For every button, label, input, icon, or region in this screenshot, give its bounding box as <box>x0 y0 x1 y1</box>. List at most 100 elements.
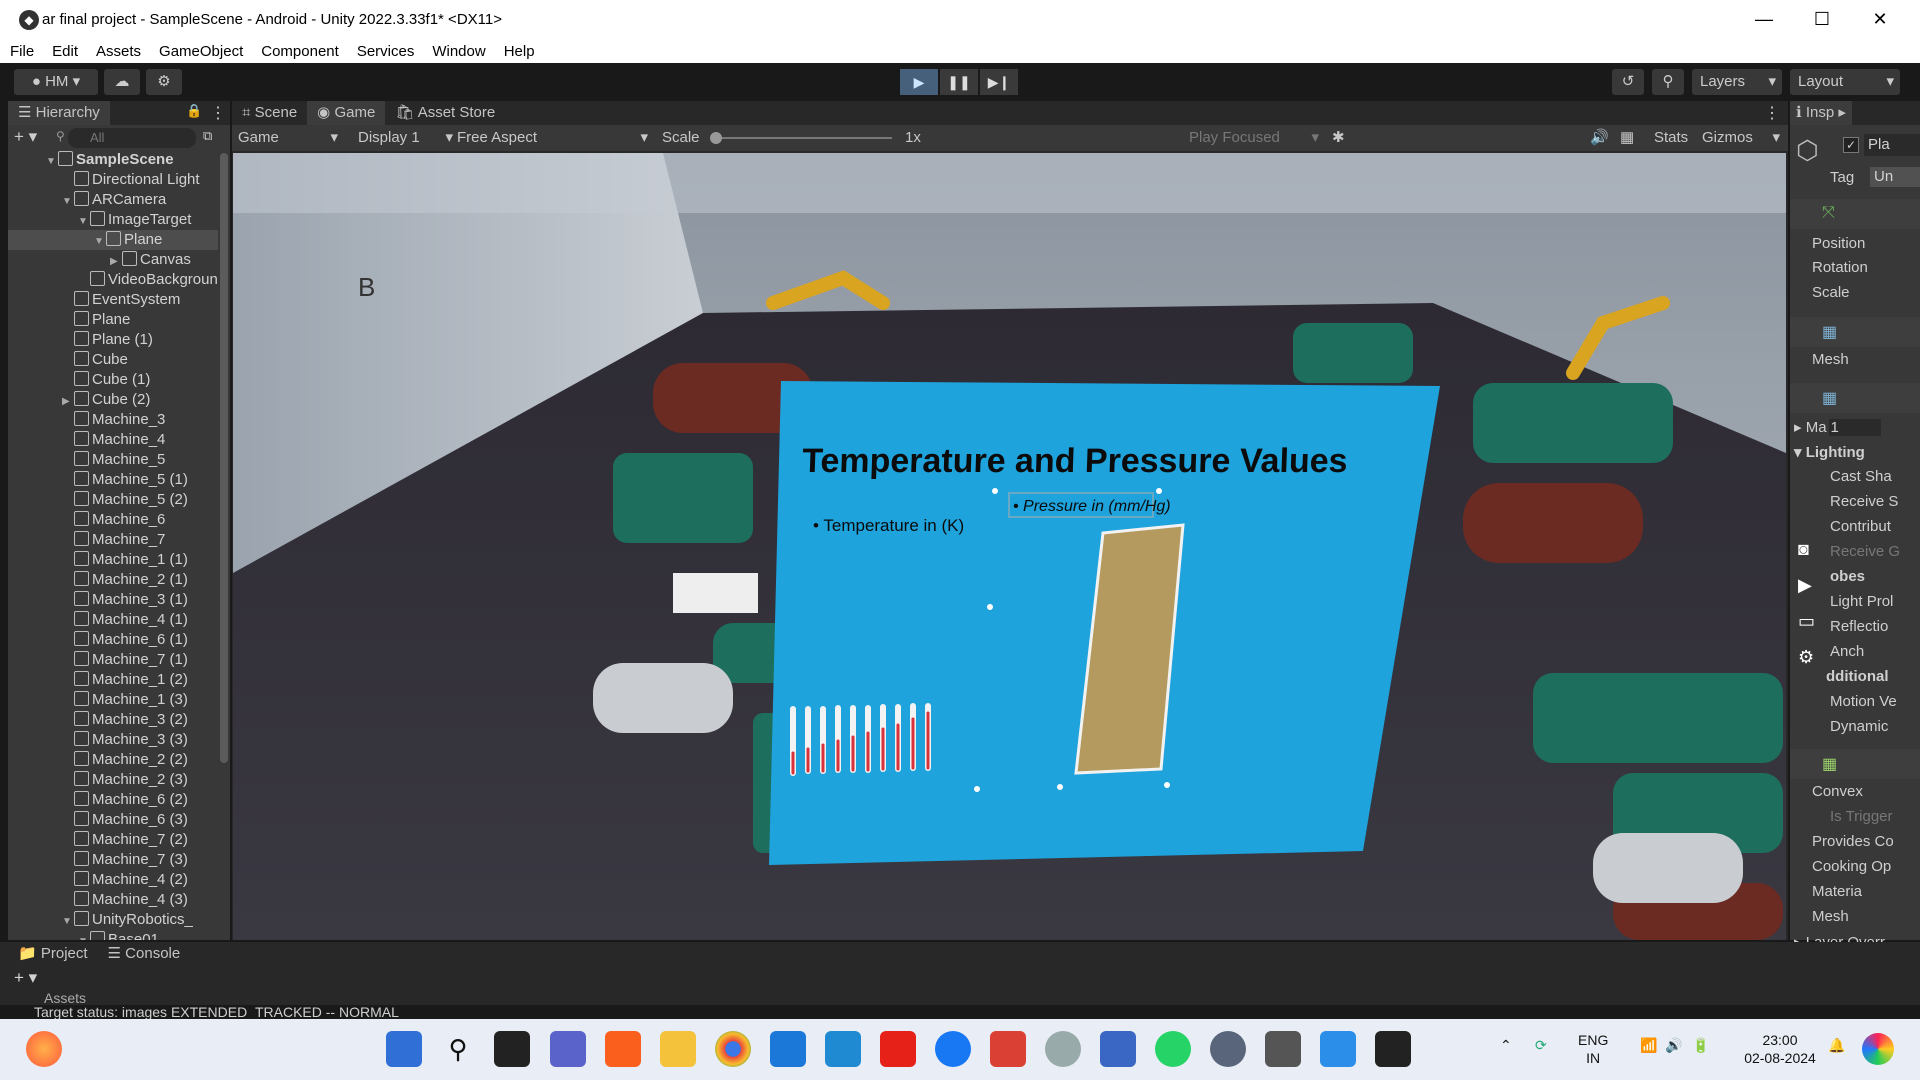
todoist-icon[interactable] <box>990 1031 1026 1067</box>
wifi-icon[interactable]: 📶 <box>1640 1037 1657 1054</box>
hierarchy-item[interactable]: Machine_1 (1) <box>8 550 218 570</box>
hierarchy-item[interactable]: EventSystem <box>8 290 218 310</box>
hierarchy-item[interactable]: ▼ ImageTarget <box>8 210 218 230</box>
expand-arrow-icon[interactable]: ▶ <box>110 252 122 272</box>
menu-help[interactable]: Help <box>504 43 535 60</box>
hierarchy-item[interactable]: Cube (1) <box>8 370 218 390</box>
hierarchy-item[interactable]: Machine_2 (1) <box>8 570 218 590</box>
menu-gameobject[interactable]: GameObject <box>159 43 243 60</box>
notification-bell-icon[interactable]: 🔔 <box>1828 1037 1845 1054</box>
play-focused-dropdown[interactable]: Play Focused ▾ <box>1189 127 1319 149</box>
game-viewport[interactable]: B Temperature and Pressure Values • Temp… <box>233 153 1786 940</box>
tab-asset-store[interactable]: 🛍 Asset Store <box>385 101 505 125</box>
hierarchy-item[interactable]: Machine_7 (3) <box>8 850 218 870</box>
scale-slider[interactable] <box>712 137 892 139</box>
search-icon[interactable]: ⚲ <box>440 1031 476 1067</box>
audio-icon[interactable]: 🔊 <box>1590 127 1609 149</box>
expand-arrow-icon[interactable]: ▼ <box>94 232 106 252</box>
collab-icon[interactable]: ⚙ <box>146 69 182 95</box>
pause-button[interactable]: ❚❚ <box>940 69 978 95</box>
hierarchy-item[interactable]: Machine_3 <box>8 410 218 430</box>
hierarchy-item[interactable]: Machine_2 (2) <box>8 750 218 770</box>
facebook-icon[interactable] <box>935 1031 971 1067</box>
tab-project[interactable]: 📁 Project <box>8 942 98 966</box>
expand-arrow-icon[interactable]: ▼ <box>62 912 74 932</box>
unity-hub-icon[interactable] <box>1265 1031 1301 1067</box>
search-icon[interactable]: ⚲ <box>1652 69 1684 95</box>
hierarchy-scrollbar[interactable] <box>220 153 228 763</box>
hierarchy-item[interactable]: Machine_7 (1) <box>8 650 218 670</box>
widgets-icon[interactable] <box>26 1031 62 1067</box>
battery-icon[interactable]: 🔋 <box>1692 1037 1709 1054</box>
clock[interactable]: 23:00 02-08-2024 <box>1740 1031 1820 1067</box>
add-asset-button[interactable]: + ▾ <box>14 968 37 988</box>
expand-arrow-icon[interactable]: ▼ <box>78 212 90 232</box>
sync-icon[interactable]: ⟳ <box>1535 1037 1547 1054</box>
photos-icon[interactable] <box>1320 1031 1356 1067</box>
hierarchy-item[interactable]: Directional Light <box>8 170 218 190</box>
hierarchy-item[interactable]: ▼ Plane <box>8 230 218 250</box>
store-icon[interactable] <box>1100 1031 1136 1067</box>
scale-slider-handle[interactable] <box>710 132 722 144</box>
tab-console[interactable]: ☰ Console <box>98 942 191 966</box>
hierarchy-item[interactable]: Cube <box>8 350 218 370</box>
expand-arrow-icon[interactable]: ▼ <box>78 932 90 940</box>
hierarchy-item[interactable]: Machine_3 (1) <box>8 590 218 610</box>
hierarchy-item[interactable]: ▼ UnityRobotics_ <box>8 910 218 930</box>
vscode-icon[interactable] <box>825 1031 861 1067</box>
hierarchy-item[interactable]: Machine_3 (3) <box>8 730 218 750</box>
menu-component[interactable]: Component <box>261 43 339 60</box>
transform-header[interactable]: ⤧ <box>1790 199 1920 229</box>
meshrenderer-header[interactable]: ▦ <box>1790 383 1920 413</box>
tag-dropdown[interactable]: Un <box>1870 167 1920 187</box>
step-button[interactable]: ▶❙ <box>980 69 1018 95</box>
account-dropdown[interactable]: ● HM ▾ <box>14 69 98 95</box>
more-icon[interactable]: ⋮ <box>210 103 226 123</box>
hierarchy-item[interactable]: Plane <box>8 310 218 330</box>
scene-visibility-icon[interactable]: ⧉ <box>203 128 212 144</box>
history-icon[interactable]: ↺ <box>1612 69 1644 95</box>
menu-edit[interactable]: Edit <box>52 43 78 60</box>
grid-icon[interactable]: ▦ <box>1620 127 1634 149</box>
game-mode-dropdown[interactable]: Game ▾ <box>238 127 342 149</box>
tab-inspector[interactable]: ℹ Insp ▸ <box>1790 101 1852 125</box>
hierarchy-item[interactable]: Plane (1) <box>8 330 218 350</box>
menu-assets[interactable]: Assets <box>96 43 141 60</box>
hierarchy-item[interactable]: Machine_6 (1) <box>8 630 218 650</box>
start-icon[interactable] <box>386 1031 422 1067</box>
hierarchy-item[interactable]: Machine_6 (3) <box>8 810 218 830</box>
tab-scene[interactable]: ⌗ Scene <box>232 101 307 125</box>
mail-icon[interactable] <box>770 1031 806 1067</box>
object-name-input[interactable]: Pla <box>1864 134 1920 156</box>
file-explorer-icon[interactable] <box>660 1031 696 1067</box>
maximize-button[interactable]: ☐ <box>1793 0 1851 39</box>
hierarchy-item[interactable]: Machine_1 (2) <box>8 670 218 690</box>
hierarchy-item[interactable]: Machine_6 <box>8 510 218 530</box>
unity-editor-icon[interactable] <box>1375 1031 1411 1067</box>
camera-icon[interactable]: ◙ <box>1798 531 1820 567</box>
hierarchy-item[interactable]: Machine_5 (1) <box>8 470 218 490</box>
hierarchy-item[interactable]: Machine_1 (3) <box>8 690 218 710</box>
hierarchy-item[interactable]: Machine_5 <box>8 450 218 470</box>
close-button[interactable]: ✕ <box>1851 0 1909 39</box>
gear-icon[interactable]: ⚙ <box>1798 639 1820 675</box>
menu-services[interactable]: Services <box>357 43 415 60</box>
video-icon[interactable]: ▶ <box>1798 567 1820 603</box>
hierarchy-item[interactable]: Machine_6 (2) <box>8 790 218 810</box>
task-view-icon[interactable] <box>494 1031 530 1067</box>
more-icon[interactable]: ⋮ <box>1764 103 1780 123</box>
layout-dropdown[interactable]: Layout ▾ <box>1790 69 1900 95</box>
youtube-icon[interactable] <box>880 1031 916 1067</box>
copilot-icon[interactable] <box>1862 1033 1894 1065</box>
gizmos-dropdown[interactable]: Gizmos ▾ <box>1702 127 1780 149</box>
hierarchy-item[interactable]: VideoBackground <box>8 270 218 290</box>
display-dropdown[interactable]: Display 1 ▾ <box>358 127 453 149</box>
hierarchy-item[interactable]: Machine_7 (2) <box>8 830 218 850</box>
hierarchy-item[interactable]: Machine_7 <box>8 530 218 550</box>
hierarchy-item[interactable]: ▶ Canvas <box>8 250 218 270</box>
hierarchy-item[interactable]: ▼ ARCamera <box>8 190 218 210</box>
hierarchy-item[interactable]: Machine_4 (2) <box>8 870 218 890</box>
chrome-icon[interactable] <box>715 1031 751 1067</box>
hierarchy-item[interactable]: Machine_4 (3) <box>8 890 218 910</box>
stats-button[interactable]: Stats <box>1654 127 1688 149</box>
